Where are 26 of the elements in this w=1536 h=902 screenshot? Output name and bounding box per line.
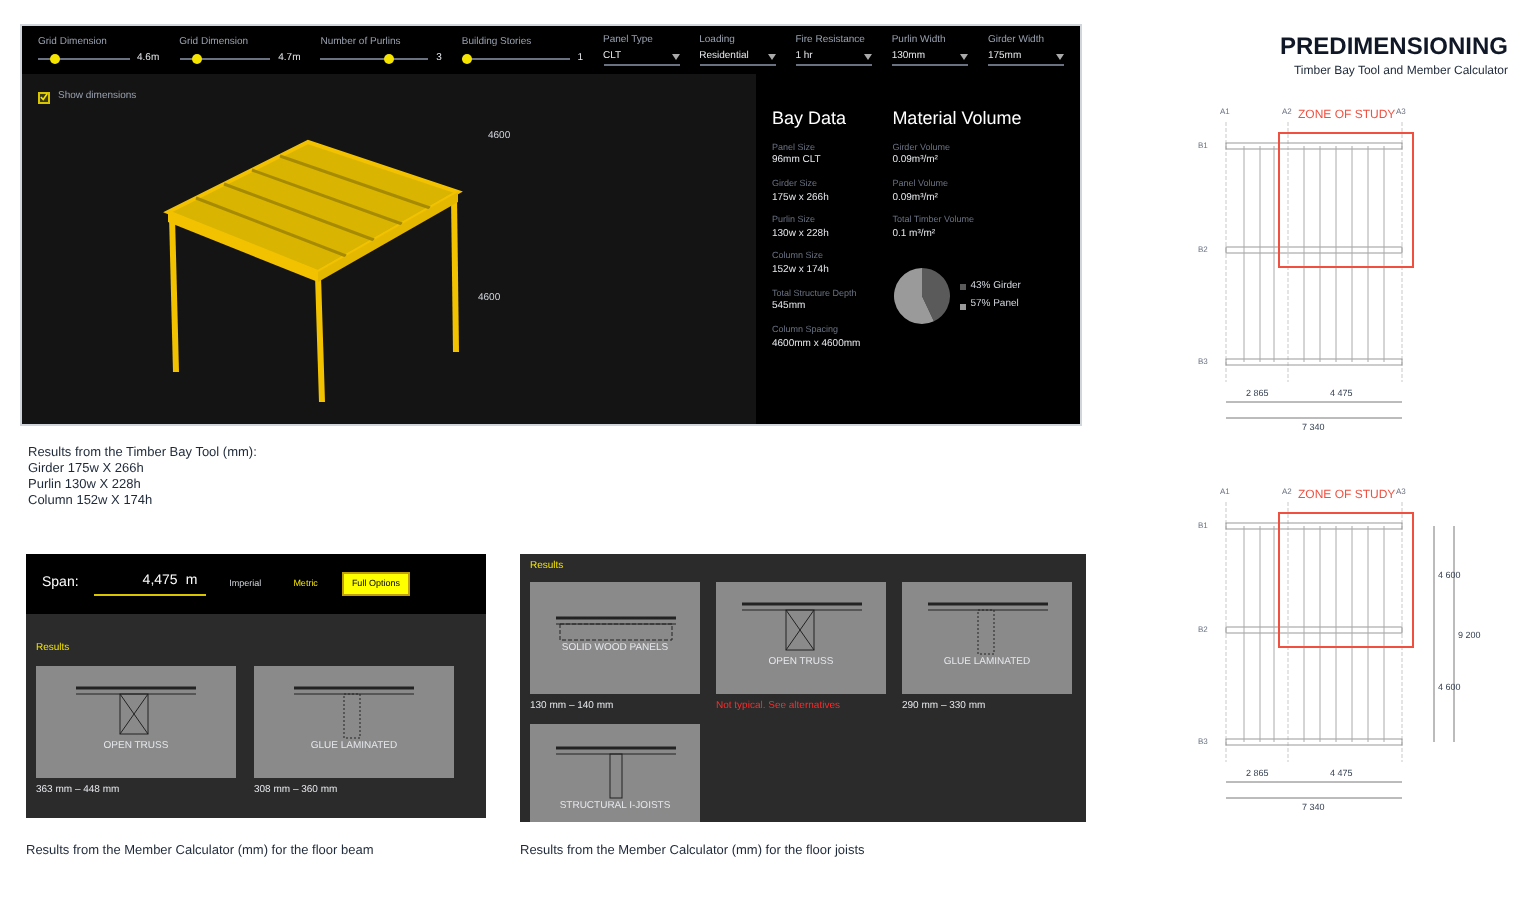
checkbox[interactable] xyxy=(38,91,50,104)
zone-of-study-frame xyxy=(1278,132,1414,268)
caret-icon xyxy=(1056,53,1065,60)
pie-slice xyxy=(922,268,951,322)
cross-section-drawing xyxy=(74,686,198,741)
page-title: PREDIMENSIONING xyxy=(1279,30,1508,64)
caret-icon xyxy=(671,53,680,60)
cross-section-drawing xyxy=(739,602,863,657)
caret-icon xyxy=(767,53,776,60)
zone-of-study-frame xyxy=(1278,512,1414,648)
cross-section-drawing xyxy=(553,616,677,643)
slider-thumb[interactable] xyxy=(50,53,61,64)
caret-icon xyxy=(959,53,968,60)
panel-heading: Material Volume xyxy=(892,106,1022,132)
panel-heading: Bay Data xyxy=(772,106,849,132)
legend-swatch xyxy=(960,284,967,290)
slider-thumb[interactable] xyxy=(461,53,471,64)
cross-section-drawing xyxy=(553,745,677,800)
pie-slice xyxy=(894,268,935,325)
cross-section-drawing xyxy=(292,686,416,741)
caret-icon xyxy=(863,53,872,60)
cross-section-drawing xyxy=(925,602,1049,657)
legend-swatch xyxy=(960,303,967,309)
slider-thumb[interactable] xyxy=(383,53,394,64)
check-icon xyxy=(40,92,48,103)
slider-thumb[interactable] xyxy=(191,53,202,64)
